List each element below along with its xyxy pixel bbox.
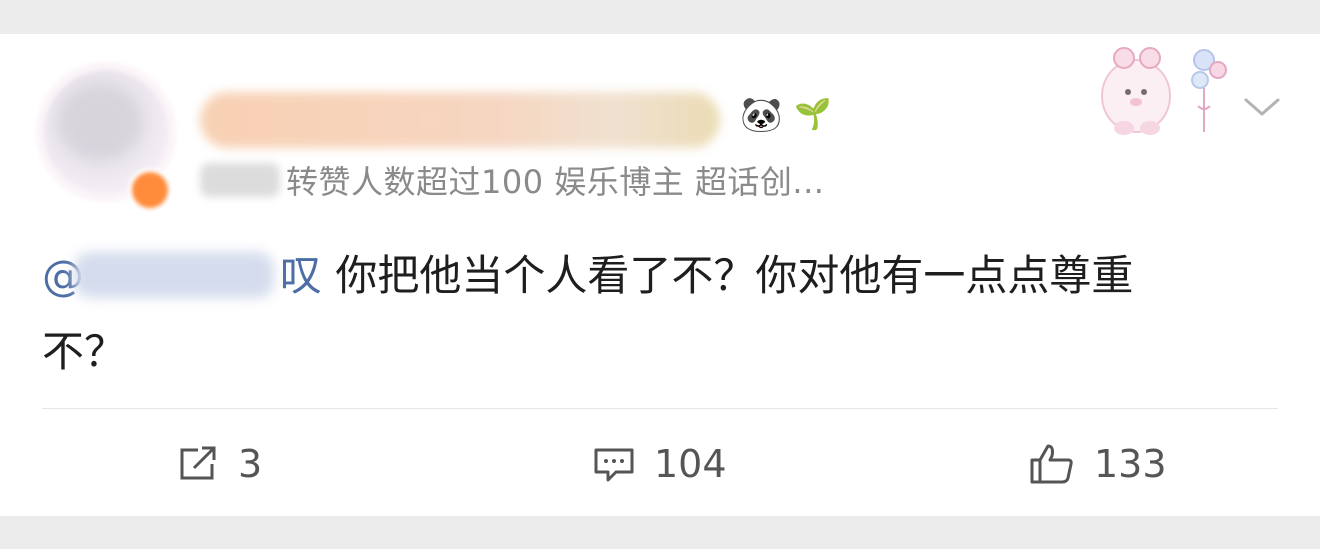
repost-button[interactable]: 3 xyxy=(176,436,262,492)
mention-blurred xyxy=(74,252,274,298)
thumbs-up-icon xyxy=(1030,444,1073,484)
repost-icon xyxy=(180,446,216,480)
comment-count: 104 xyxy=(654,442,727,486)
panda-emoji-icon: 🐼 xyxy=(740,95,783,135)
mention-link[interactable]: @ 叹 xyxy=(42,251,322,300)
chevron-down-icon[interactable] xyxy=(1238,88,1286,128)
divider xyxy=(42,408,1278,409)
author-meta-text: 转赞人数超过100 娱乐博主 超话创... xyxy=(286,163,825,201)
like-button[interactable]: 133 xyxy=(1028,436,1167,492)
sprout-emoji-icon: 🌱 xyxy=(794,97,832,132)
comment-button[interactable]: 104 xyxy=(592,436,727,492)
mention-suffix: 叹 xyxy=(280,251,323,300)
avatar-image xyxy=(60,88,140,158)
like-count: 133 xyxy=(1094,442,1167,486)
meta-blurred xyxy=(200,163,280,197)
repost-count: 3 xyxy=(238,442,263,486)
verified-badge-icon xyxy=(128,168,172,212)
post-text-line1: 你把他当个人看了不？你对他有一点点尊重 xyxy=(335,251,1134,300)
comment-icon xyxy=(594,448,634,482)
post-text-line2: 不？ xyxy=(42,327,127,376)
bear-sticker-icon xyxy=(1101,47,1227,135)
username[interactable] xyxy=(210,100,610,140)
author-meta: 转赞人数超过100 娱乐博主 超话创... xyxy=(200,158,824,202)
post-content: @ 叹 你把他当个人看了不？你对他有一点点尊重 不？ xyxy=(42,238,1272,390)
